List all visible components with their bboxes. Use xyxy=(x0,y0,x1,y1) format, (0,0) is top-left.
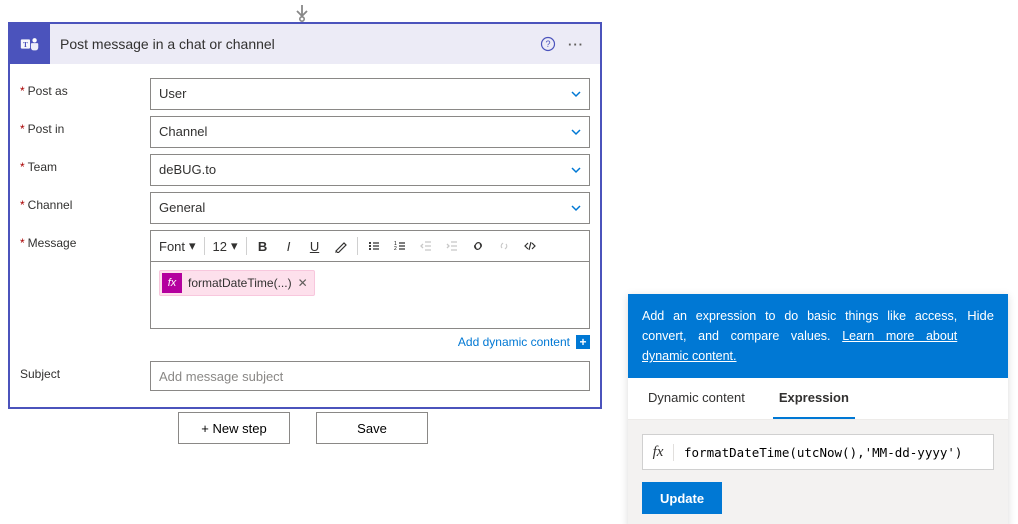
indent-icon[interactable] xyxy=(440,234,464,258)
unlink-icon[interactable] xyxy=(492,234,516,258)
expression-input-wrap: fx xyxy=(642,434,994,470)
number-list-icon[interactable]: 12 xyxy=(388,234,412,258)
post-as-select[interactable]: User xyxy=(150,78,590,110)
flyout-info-banner: Add an expression to do basic things lik… xyxy=(628,294,1008,378)
link-icon[interactable] xyxy=(466,234,490,258)
incoming-connector-arrow xyxy=(290,0,314,22)
dynamic-content-flyout: Add an expression to do basic things lik… xyxy=(628,294,1008,524)
field-label-message: *Message xyxy=(20,230,150,249)
message-editor[interactable]: fx formatDateTime(...) ✕ xyxy=(150,261,590,329)
subject-input[interactable] xyxy=(150,361,590,391)
svg-text:?: ? xyxy=(545,39,550,49)
field-label-channel: *Channel xyxy=(20,192,150,211)
font-size-select[interactable]: 12▾ xyxy=(209,235,242,257)
hide-banner-button[interactable]: Hide xyxy=(967,306,994,327)
add-dynamic-content-link[interactable]: Add dynamic content xyxy=(458,335,570,349)
teams-app-icon: T xyxy=(10,24,50,64)
fx-icon: fx xyxy=(643,444,674,461)
chevron-down-icon xyxy=(569,125,583,139)
chevron-down-icon xyxy=(569,201,583,215)
chevron-down-icon xyxy=(569,163,583,177)
remove-token-icon[interactable]: ✕ xyxy=(298,276,308,290)
update-button[interactable]: Update xyxy=(642,482,722,514)
font-family-select[interactable]: Font▾ xyxy=(155,235,200,257)
expression-input[interactable] xyxy=(674,435,993,469)
rich-text-toolbar: Font▾ 12▾ B I U 12 xyxy=(150,230,590,261)
more-menu-icon[interactable]: ··· xyxy=(562,30,600,58)
italic-icon[interactable]: I xyxy=(277,234,301,258)
fx-icon: fx xyxy=(162,273,182,293)
expression-token[interactable]: fx formatDateTime(...) ✕ xyxy=(159,270,315,296)
chevron-down-icon xyxy=(569,87,583,101)
field-label-post-in: *Post in xyxy=(20,116,150,135)
field-label-subject: Subject xyxy=(20,361,150,380)
action-title: Post message in a chat or channel xyxy=(50,36,534,52)
team-select[interactable]: deBUG.to xyxy=(150,154,590,186)
expression-token-label: formatDateTime(...) xyxy=(188,276,292,290)
save-button[interactable]: Save xyxy=(316,412,428,444)
underline-icon[interactable]: U xyxy=(303,234,327,258)
bullet-list-icon[interactable] xyxy=(362,234,386,258)
outdent-icon[interactable] xyxy=(414,234,438,258)
action-card-header[interactable]: T Post message in a chat or channel ? ··… xyxy=(10,24,600,64)
tab-expression[interactable]: Expression xyxy=(773,378,855,419)
tab-dynamic-content[interactable]: Dynamic content xyxy=(642,378,751,419)
channel-select[interactable]: General xyxy=(150,192,590,224)
code-view-icon[interactable] xyxy=(518,234,542,258)
help-icon[interactable]: ? xyxy=(534,30,562,58)
bold-icon[interactable]: B xyxy=(251,234,275,258)
flyout-tabs: Dynamic content Expression xyxy=(628,378,1008,420)
new-step-button[interactable]: + New step xyxy=(178,412,290,444)
svg-text:2: 2 xyxy=(394,246,397,252)
highlight-icon[interactable] xyxy=(329,234,353,258)
field-label-post-as: *Post as xyxy=(20,78,150,97)
post-in-select[interactable]: Channel xyxy=(150,116,590,148)
svg-text:T: T xyxy=(23,40,28,49)
field-label-team: *Team xyxy=(20,154,150,173)
action-card: T Post message in a chat or channel ? ··… xyxy=(8,22,602,409)
add-dynamic-content-plus-icon[interactable]: + xyxy=(576,335,590,349)
